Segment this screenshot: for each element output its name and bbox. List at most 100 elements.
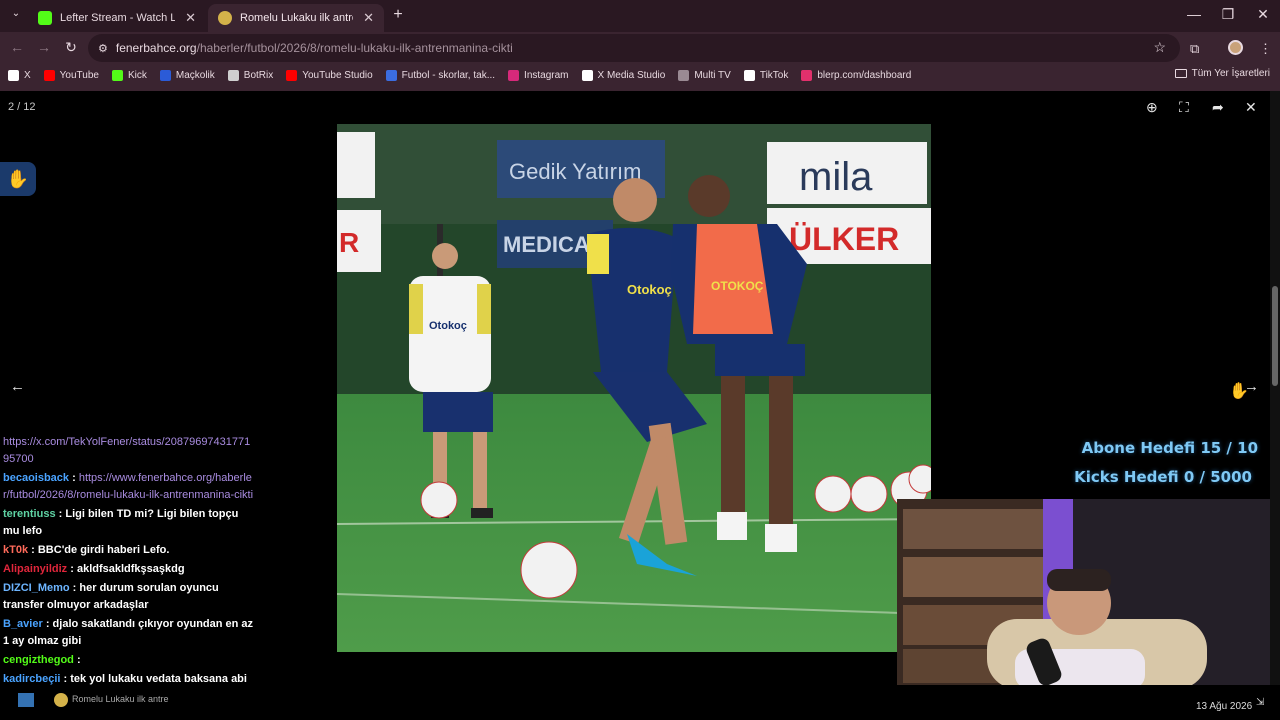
notification-icon[interactable]: ⇲ <box>1256 697 1264 708</box>
close-window-button[interactable]: ✕ <box>1253 6 1273 23</box>
chat-message: kT0k : BBC'de girdi haberi Lefo. <box>3 542 255 559</box>
tab-romelu-lukaku[interactable]: Romelu Lukaku ilk antrenman ✕ <box>208 4 384 32</box>
bookmark-favicon-icon <box>111 69 123 81</box>
bookmark-item[interactable]: YouTube <box>43 69 99 81</box>
bookmark-item[interactable]: Futbol - skorlar, tak... <box>385 69 496 81</box>
close-viewer-icon[interactable]: ✕ <box>1245 99 1257 116</box>
banner-text-r: R <box>339 227 359 258</box>
tab-search-icon[interactable]: ⌄ <box>6 8 26 19</box>
hand-cursor-icon: ✋ <box>1229 383 1249 400</box>
chat-text: akldfsakldfkşsaşkdg <box>76 563 185 575</box>
back-icon[interactable]: ← <box>8 39 26 55</box>
zoom-in-icon[interactable]: ⊕ <box>1146 99 1158 116</box>
address-row: ← → ↻ ⚙ fenerbahce.org/haberler/futbol/2… <box>0 32 1280 62</box>
bookmark-item[interactable]: TikTok <box>743 69 789 81</box>
bookmark-star-icon[interactable]: ☆ <box>1153 39 1166 56</box>
bookmark-label: YouTube Studio <box>302 69 373 81</box>
fullscreen-icon[interactable]: ⛶ <box>1179 99 1189 116</box>
bookmark-item[interactable]: Maçkolik <box>159 69 215 81</box>
shirt-sponsor-player: Otokoç <box>627 282 672 297</box>
site-settings-icon[interactable]: ⚙ <box>98 42 108 55</box>
bookmark-item[interactable]: Multi TV <box>678 69 731 81</box>
tab-lefter-stream[interactable]: Lefter Stream - Watch Live on K ✕ <box>28 4 206 32</box>
webcam-illustration <box>897 499 1270 685</box>
webcam-feed <box>897 499 1270 685</box>
bookmark-item[interactable]: Instagram <box>508 69 569 81</box>
chat-message: Alipainyildiz : akldfsakldfkşsaşkdg <box>3 561 255 578</box>
photo-illustration: R Gedik Yatırım MEDICA mila ÜLKER Otokoç… <box>337 124 931 652</box>
chat-username[interactable]: becaoisback <box>3 472 69 484</box>
image-counter: 2 / 12 <box>8 101 36 113</box>
close-tab-icon[interactable]: ✕ <box>185 10 196 26</box>
bookmark-favicon-icon <box>801 69 813 81</box>
bookmark-item[interactable]: X <box>8 69 31 81</box>
bookmark-favicon-icon <box>508 69 520 81</box>
bookmark-favicon-icon <box>227 69 239 81</box>
new-tab-button[interactable]: + <box>388 6 408 24</box>
profile-avatar[interactable] <box>1228 40 1243 55</box>
chat-separator: : <box>42 618 53 630</box>
chat-message: https://x.com/TekYolFener/status/2087969… <box>3 434 255 468</box>
start-icon[interactable] <box>18 693 34 707</box>
kicks-goal-text: Kicks Hedefi 0 / 5000 <box>1074 468 1252 486</box>
share-icon[interactable]: ➦ <box>1212 99 1224 116</box>
bookmark-item[interactable]: Kick <box>111 69 147 81</box>
bookmark-item[interactable]: X Media Studio <box>581 69 665 81</box>
bookmark-favicon-icon <box>581 69 593 81</box>
all-bookmarks-folder[interactable]: Tüm Yer İşaretleri <box>1174 68 1270 79</box>
chat-username[interactable]: B_avier <box>3 618 43 630</box>
bookmark-favicon-icon <box>286 69 298 81</box>
all-bookmarks-label: Tüm Yer İşaretleri <box>1191 68 1270 79</box>
chat-username[interactable]: kadircbeçii <box>3 673 60 685</box>
taskbar: Romelu Lukaku ilk antre 13 Ağu 2026 ⇲ <box>0 685 1280 720</box>
chat-separator: : <box>28 544 38 556</box>
close-tab-icon[interactable]: ✕ <box>363 10 374 26</box>
chat-text: BBC'de girdi haberi Lefo. <box>37 544 170 556</box>
forward-icon[interactable]: → <box>35 39 53 55</box>
chat-separator: : <box>67 563 77 575</box>
bookmark-label: TikTok <box>759 69 789 81</box>
address-bar[interactable]: ⚙ fenerbahce.org/haberler/futbol/2026/8/… <box>88 34 1180 62</box>
fenerbahce-favicon-icon <box>218 11 232 25</box>
stream-chat: https://x.com/TekYolFener/status/2087969… <box>3 434 255 690</box>
sub-goal-text: Abone Hedefi 15 / 10 <box>1081 439 1258 457</box>
chat-message: DIZCI_Memo : her durum sorulan oyuncu tr… <box>3 580 255 614</box>
bookmarks-bar: X YouTube Kick Maçkolik BotRix YouTube Studio… <box>0 64 1280 86</box>
bookmark-favicon-icon <box>385 69 397 81</box>
chat-separator: : <box>60 673 71 685</box>
bookmark-item[interactable]: blerp.com/dashboard <box>801 69 912 81</box>
training-photo: R Gedik Yatırım MEDICA mila ÜLKER Otokoç… <box>337 124 931 652</box>
chat-message: terentiuss : Ligi bilen TD mi? Ligi bile… <box>3 506 255 540</box>
maximize-button[interactable]: ❐ <box>1218 6 1238 23</box>
banner-text-mila: mila <box>799 155 873 199</box>
chat-separator: : <box>55 508 66 520</box>
prev-image-icon[interactable]: ← <box>10 378 25 395</box>
accessibility-button[interactable]: ✋ <box>0 162 36 196</box>
bookmark-favicon-icon <box>43 69 55 81</box>
chat-username[interactable]: terentiuss <box>3 508 56 520</box>
scrollbar[interactable] <box>1270 91 1280 685</box>
taskbar-browser-icon[interactable] <box>54 693 68 707</box>
bookmark-label: blerp.com/dashboard <box>817 69 912 81</box>
banner-left-top <box>337 132 375 198</box>
extensions-icon[interactable]: ⧉ <box>1190 41 1199 57</box>
chat-username[interactable]: DIZCI_Memo <box>3 582 70 594</box>
chat-separator: : <box>69 472 79 484</box>
menu-icon[interactable]: ⋮ <box>1259 41 1272 57</box>
chat-username[interactable]: kT0k <box>3 544 28 556</box>
bookmark-label: YouTube <box>59 69 99 81</box>
banner-text-gedik: Gedik Yatırım <box>509 159 641 184</box>
taskbar-window-title[interactable]: Romelu Lukaku ilk antre <box>72 694 169 704</box>
reload-icon[interactable]: ↻ <box>62 39 80 56</box>
bookmark-item[interactable]: YouTube Studio <box>286 69 373 81</box>
bookmark-item[interactable]: BotRix <box>227 69 273 81</box>
chat-link[interactable]: https://x.com/TekYolFener/status/2087969… <box>3 436 250 465</box>
bookmark-label: Futbol - skorlar, tak... <box>401 69 496 81</box>
minimize-button[interactable]: — <box>1184 6 1204 22</box>
bookmark-label: Kick <box>127 69 147 81</box>
scrollbar-thumb[interactable] <box>1272 286 1278 386</box>
chat-username[interactable]: cengizthegod <box>3 654 74 666</box>
chat-message: cengizthegod : <box>3 652 255 669</box>
chat-separator: : <box>69 582 80 594</box>
chat-username[interactable]: Alipainyildiz <box>3 563 67 575</box>
